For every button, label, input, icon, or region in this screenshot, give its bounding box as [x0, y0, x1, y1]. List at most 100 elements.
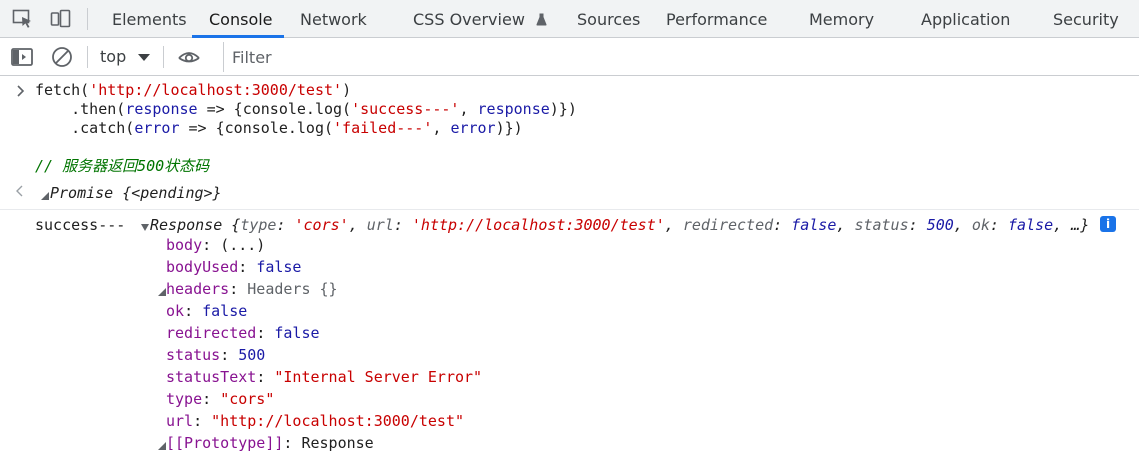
- summary-key: type: [240, 216, 277, 234]
- collapse-triangle-icon[interactable]: [141, 224, 149, 232]
- console-message-divider: [0, 209, 1139, 210]
- object-class-name: Response: [150, 216, 223, 234]
- property-key: [[Prototype]]: [166, 434, 284, 452]
- code-token: ): [342, 81, 352, 99]
- filter-input[interactable]: [223, 42, 1139, 72]
- property-key: type: [166, 390, 203, 408]
- expand-triangle-icon[interactable]: [158, 442, 166, 450]
- property-separator: :: [184, 302, 203, 320]
- property-separator: :: [238, 258, 257, 276]
- property-value: "Internal Server Error": [274, 368, 483, 386]
- code-token: fetch(: [35, 81, 90, 99]
- property-key: statusText: [166, 368, 257, 386]
- property-row[interactable]: [[Prototype]]: Response: [166, 433, 374, 453]
- summary-key: redirected: [682, 216, 774, 234]
- summary-value: 'http://localhost:3000/test': [411, 216, 665, 234]
- toolbar-divider: [163, 46, 164, 68]
- code-token: )}): [495, 119, 523, 137]
- property-key: ok: [166, 302, 185, 320]
- response-summary[interactable]: Response {type: 'cors', url: 'http://loc…: [150, 215, 1089, 235]
- property-key: body: [166, 236, 203, 254]
- property-separator: :: [256, 324, 275, 342]
- expand-triangle-icon[interactable]: [158, 288, 166, 296]
- code-token: .catch(: [35, 119, 135, 137]
- property-key: headers: [166, 280, 230, 298]
- clear-console-icon[interactable]: [50, 45, 74, 69]
- input-line-3[interactable]: .catch(error => {console.log('failed---'…: [35, 118, 523, 138]
- property-key: status: [166, 346, 221, 364]
- code-param: response: [125, 100, 198, 118]
- tab-memory[interactable]: Memory: [809, 0, 874, 38]
- tab-application[interactable]: Application: [921, 0, 1010, 38]
- console-toolbar: top: [0, 38, 1139, 76]
- device-toolbar-icon[interactable]: [50, 9, 72, 29]
- property-value: false: [274, 324, 320, 342]
- property-row[interactable]: bodyUsed: false: [166, 257, 301, 277]
- property-value: "http://localhost:3000/test": [211, 412, 465, 430]
- log-prefix: success---: [35, 216, 126, 234]
- code-token: => {console.log(: [179, 119, 334, 137]
- evaluation-result[interactable]: Promise {<pending>}: [50, 183, 222, 203]
- property-value: (...): [220, 236, 266, 254]
- property-row[interactable]: body: (...): [166, 235, 265, 255]
- property-value: Response: [301, 434, 374, 452]
- code-param: error: [450, 119, 496, 137]
- flask-icon: [536, 13, 547, 26]
- code-string: 'failed---': [333, 119, 433, 137]
- code-string: 'success---': [351, 100, 460, 118]
- execution-context-selector[interactable]: top: [100, 46, 126, 68]
- input-line-2[interactable]: .then(response => {console.log('success-…: [35, 99, 577, 119]
- summary-key: status: [854, 216, 909, 234]
- property-value: "cors": [220, 390, 275, 408]
- property-row[interactable]: status: 500: [166, 345, 265, 365]
- input-prompt-chevron-icon: [17, 85, 25, 97]
- code-token: )}): [549, 100, 577, 118]
- property-key: url: [166, 412, 194, 430]
- inspect-element-icon[interactable]: [12, 9, 34, 29]
- tab-network[interactable]: Network: [300, 0, 367, 38]
- property-row[interactable]: type: "cors": [166, 389, 274, 409]
- summary-key: url: [366, 216, 394, 234]
- property-row[interactable]: ok: false: [166, 301, 247, 321]
- live-expression-eye-icon[interactable]: [177, 45, 201, 69]
- tab-sources[interactable]: Sources: [577, 0, 640, 38]
- tab-bar-divider: [87, 8, 88, 30]
- property-separator: :: [229, 280, 248, 298]
- property-separator: :: [193, 412, 212, 430]
- result-chevron-icon: [16, 185, 23, 197]
- input-line-1[interactable]: fetch('http://localhost:3000/test'): [35, 80, 351, 100]
- property-value: false: [202, 302, 248, 320]
- info-icon[interactable]: i: [1100, 216, 1116, 232]
- property-row[interactable]: redirected: false: [166, 323, 320, 343]
- chevron-down-icon[interactable]: [138, 54, 150, 61]
- summary-value: 'cors': [294, 216, 349, 234]
- summary-value: 500: [926, 216, 954, 234]
- code-param: error: [134, 119, 180, 137]
- property-value: 500: [238, 346, 266, 364]
- tab-css-overview[interactable]: CSS Overview: [413, 0, 547, 38]
- tab-css-overview-label: CSS Overview: [413, 10, 525, 29]
- code-comment[interactable]: // 服务器返回500状态码: [35, 156, 209, 176]
- property-row[interactable]: url: "http://localhost:3000/test": [166, 411, 464, 431]
- code-token: ,: [432, 119, 451, 137]
- property-key: bodyUsed: [166, 258, 239, 276]
- tab-security[interactable]: Security: [1053, 0, 1119, 38]
- property-value: false: [256, 258, 302, 276]
- property-separator: :: [202, 390, 221, 408]
- tab-elements[interactable]: Elements: [112, 0, 187, 38]
- summary-value: false: [1007, 216, 1054, 234]
- tab-performance[interactable]: Performance: [666, 0, 767, 38]
- code-param: response: [477, 100, 550, 118]
- expand-triangle-icon[interactable]: [41, 192, 49, 200]
- console-sidebar-icon[interactable]: [10, 45, 34, 69]
- code-token: .then(: [35, 100, 126, 118]
- property-row[interactable]: headers: Headers {}: [166, 279, 338, 299]
- property-separator: :: [283, 434, 302, 452]
- property-value: Headers {}: [247, 280, 338, 298]
- code-token: => {console.log(: [197, 100, 352, 118]
- property-separator: :: [202, 236, 221, 254]
- tab-console[interactable]: Console: [209, 0, 273, 38]
- toolbar-divider: [87, 46, 88, 68]
- property-row[interactable]: statusText: "Internal Server Error": [166, 367, 482, 387]
- code-token: ,: [459, 100, 478, 118]
